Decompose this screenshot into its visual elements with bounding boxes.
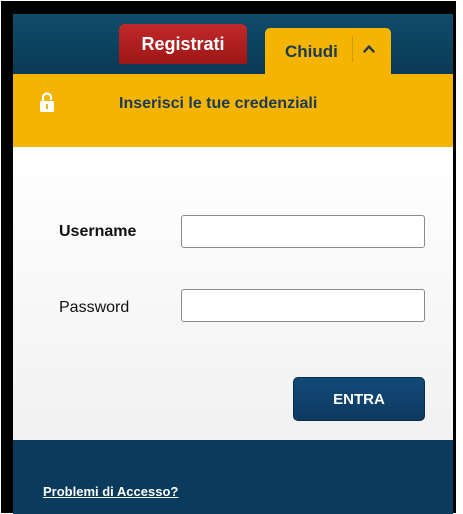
- login-form: Username Password ENTRA: [13, 147, 453, 440]
- credentials-header: Inserisci le tue credenziali: [13, 74, 453, 147]
- username-label: Username: [59, 223, 137, 240]
- header-title: Inserisci le tue credenziali: [119, 95, 318, 112]
- access-problems-link[interactable]: Problemi di Accesso?: [43, 484, 178, 499]
- login-panel: Registrati Chiudi Inserisci le tue crede…: [13, 14, 453, 514]
- password-field[interactable]: [181, 289, 425, 322]
- username-field[interactable]: [181, 215, 425, 248]
- register-button[interactable]: Registrati: [119, 24, 247, 64]
- close-tab-divider: [352, 36, 353, 62]
- chevron-up-icon[interactable]: [363, 43, 375, 55]
- enter-button[interactable]: ENTRA: [293, 377, 425, 421]
- top-bar: Registrati Chiudi: [13, 14, 453, 78]
- close-label: Chiudi: [285, 42, 338, 61]
- footer-bar: Problemi di Accesso?: [13, 440, 453, 514]
- password-label: Password: [59, 299, 130, 316]
- close-tab[interactable]: Chiudi: [265, 28, 391, 78]
- lock-icon: [40, 92, 54, 112]
